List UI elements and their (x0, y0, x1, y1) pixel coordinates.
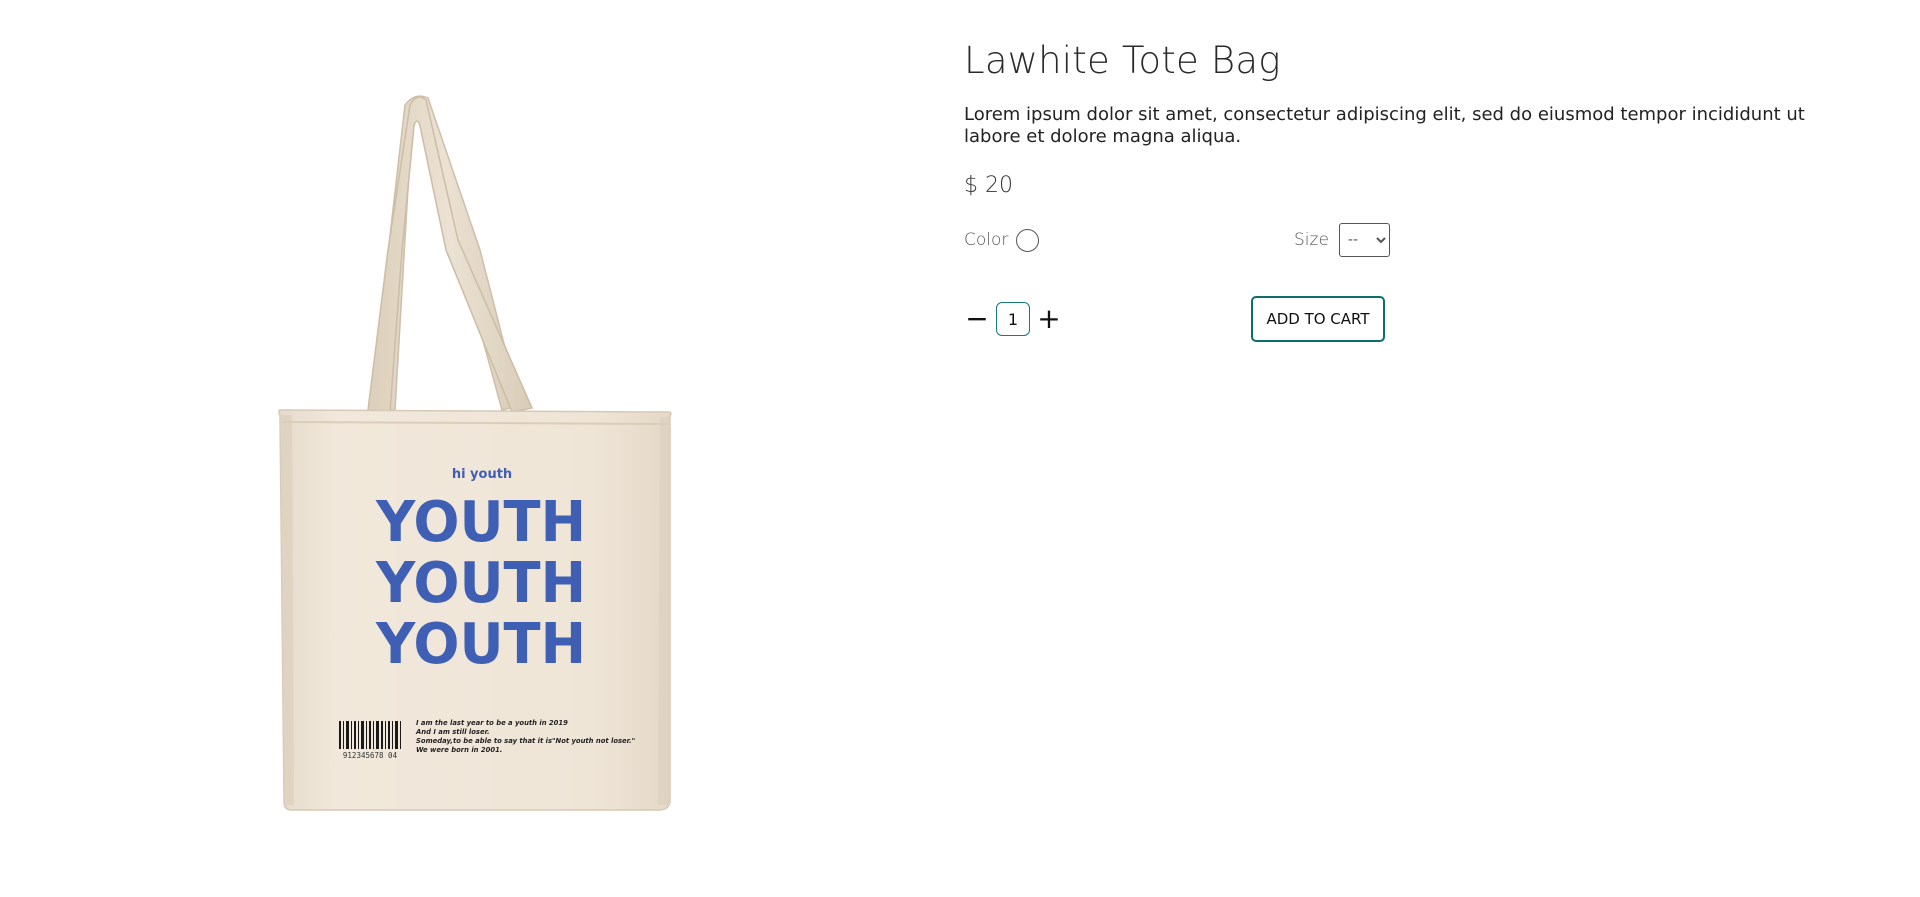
add-to-cart-button[interactable]: ADD TO CART (1251, 296, 1385, 342)
bag-fine-print-4: We were born in 2001. (416, 746, 502, 754)
product-price: $ 20 (964, 173, 1013, 198)
quantity-input[interactable] (996, 302, 1030, 336)
cart-row: − + ADD TO CART (964, 296, 1844, 342)
product-description: Lorem ipsum dolor sit amet, consectetur … (964, 104, 1805, 147)
decrement-button[interactable]: − (964, 305, 990, 333)
product-page: hi youth YOUTH YOUTH YOUTH 912345678 04 … (0, 0, 1920, 897)
size-select[interactable]: -- (1338, 223, 1390, 257)
bag-print-line-1: YOUTH (375, 490, 586, 555)
bag-fine-print-1: I am the last year to be a youth in 2019 (416, 719, 568, 727)
bag-fine-print-2: And I am still loser. (415, 728, 490, 736)
bag-print-small-text: hi youth (452, 467, 512, 482)
product-title: Lawhite Tote Bag (964, 39, 1281, 82)
bag-print-line-2: YOUTH (375, 551, 586, 616)
product-details: Lawhite Tote Bag Lorem ipsum dolor sit a… (964, 36, 1844, 342)
size-label: Size (1294, 230, 1329, 250)
quantity-stepper: − + (964, 296, 1062, 342)
color-option: Color (964, 222, 1040, 258)
color-label: Color (964, 230, 1009, 250)
color-swatch-white[interactable] (1016, 228, 1040, 252)
bag-print-line-3: YOUTH (375, 612, 586, 677)
increment-button[interactable]: + (1036, 305, 1062, 333)
size-option: Size -- (1294, 222, 1390, 258)
product-image: hi youth YOUTH YOUTH YOUTH 912345678 04 … (220, 70, 740, 830)
options-row: Color Size -- (964, 222, 1844, 258)
bag-fine-print-3: Someday,to be able to say that it is"Not… (416, 737, 635, 745)
barcode-number: 912345678 04 (343, 751, 398, 760)
